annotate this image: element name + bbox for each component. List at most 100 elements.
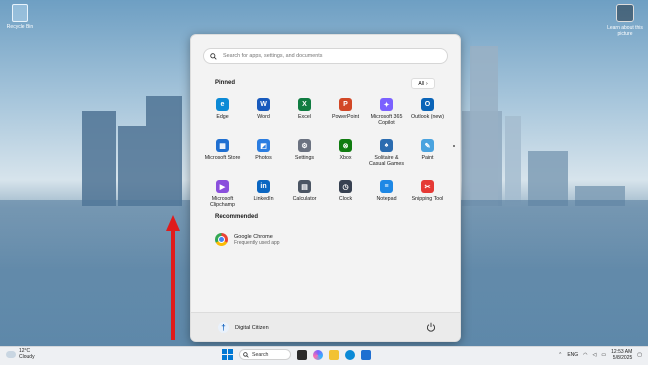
wifi-icon[interactable]: ◠ (583, 352, 587, 358)
pinned-app-label: LinkedIn (253, 196, 274, 202)
recommended-item-subtitle: Frequently used app (234, 239, 280, 246)
pinned-app-label: Microsoft 365 Copilot (370, 114, 403, 127)
start-search-input[interactable] (221, 52, 435, 60)
edge-icon[interactable] (345, 349, 355, 360)
taskbar: 12°C Cloudy Search ⌃ ENG ◠ ◁ ▭ 12:53 AM … (0, 346, 648, 365)
search-icon (243, 351, 249, 358)
pinned-app-label: Solitaire & Casual Games (368, 155, 405, 168)
windows-start-button[interactable] (222, 349, 233, 360)
pinned-app-label: Snipping Tool (411, 196, 444, 202)
skyline-building (528, 151, 568, 206)
learn-about-picture-label: Learn about this picture (607, 25, 643, 37)
pinned-app[interactable]: W Word (243, 98, 284, 132)
xbox-icon: ⊗ (339, 139, 352, 152)
camera-icon (616, 4, 634, 22)
avatar: † (218, 322, 229, 333)
notepad-icon: ≡ (380, 180, 393, 193)
recommended-item-title: Google Chrome (234, 233, 273, 240)
power-icon[interactable] (426, 322, 436, 332)
pinned-app[interactable]: ◩ Photos (243, 139, 284, 173)
recommended-item[interactable]: Google Chrome Frequently used app (215, 233, 280, 246)
system-tray: ⌃ ENG ◠ ◁ ▭ 12:53 AM 5/8/2025 ▢ (558, 349, 642, 361)
taskbar-search-label: Search (252, 351, 269, 358)
language-indicator[interactable]: ENG (567, 352, 578, 358)
pinned-app[interactable]: ▤ Calculator (284, 180, 325, 214)
battery-icon[interactable]: ▭ (601, 352, 606, 358)
page-indicator-dot[interactable] (453, 145, 455, 147)
pinned-app-label: Microsoft Store (204, 155, 241, 161)
pinned-app-label: Paint (421, 155, 434, 161)
pinned-header: Pinned (215, 80, 236, 86)
weather-desc: Cloudy (19, 353, 35, 360)
recommended-header: Recommended (215, 214, 259, 220)
linkedin-icon: in (257, 180, 270, 193)
task-view-icon[interactable] (297, 349, 307, 360)
clipchamp-icon: ▶ (216, 180, 229, 193)
snipping-tool-icon: ✂ (421, 180, 434, 193)
pinned-app[interactable]: ✂ Snipping Tool (407, 180, 448, 214)
start-search-box[interactable] (203, 48, 448, 64)
weather-widget[interactable]: 12°C Cloudy (6, 348, 35, 360)
notification-icon[interactable]: ▢ (637, 352, 642, 358)
pinned-app[interactable]: e Edge (202, 98, 243, 132)
pinned-app-label: Clock (338, 196, 353, 202)
all-apps-button[interactable]: All › (411, 78, 435, 89)
clock[interactable]: 12:53 AM 5/8/2025 (611, 349, 632, 361)
pinned-app[interactable]: ⊗ Xbox (325, 139, 366, 173)
start-menu-footer: † Digital Citizen (191, 312, 460, 341)
pinned-app-label: Outlook (new) (411, 114, 444, 120)
powerpoint-icon: P (339, 98, 352, 111)
pinned-app-label: Excel (298, 114, 311, 120)
pinned-app[interactable]: ✦ Microsoft 365 Copilot (366, 98, 407, 132)
taskbar-search-box[interactable]: Search (239, 349, 291, 360)
skyline-building (118, 126, 146, 206)
pinned-app-label: Photos (255, 155, 272, 161)
clock-date: 5/8/2025 (612, 355, 633, 361)
pinned-app-label: Word (257, 114, 270, 120)
pinned-app[interactable]: ⚙ Settings (284, 139, 325, 173)
pinned-app[interactable]: in LinkedIn (243, 180, 284, 214)
all-apps-label: All (418, 80, 424, 87)
pinned-app-label: Xbox (339, 155, 352, 161)
pinned-app[interactable]: ▦ Microsoft Store (202, 139, 243, 173)
start-menu: Pinned All › e Edge W Word X Excel P PowerPoint… (190, 34, 461, 342)
store-icon[interactable] (361, 349, 371, 360)
pinned-app[interactable]: O Outlook (new) (407, 98, 448, 132)
skyline-building (470, 46, 498, 206)
recycle-bin-shortcut[interactable]: Recycle Bin (3, 4, 37, 30)
skyline-building (505, 116, 521, 206)
user-name: Digital Citizen (235, 324, 269, 331)
red-arrow-annotation (166, 215, 180, 340)
pinned-app-label: Edge (216, 114, 229, 120)
chevron-up-icon[interactable]: ⌃ (558, 352, 562, 358)
user-account-button[interactable]: † Digital Citizen (218, 322, 269, 333)
skyline-building (146, 96, 182, 206)
pinned-app[interactable]: X Excel (284, 98, 325, 132)
search-icon (210, 52, 217, 60)
pinned-app[interactable]: ✎ Paint (407, 139, 448, 173)
copilot-icon[interactable] (313, 349, 323, 360)
volume-icon[interactable]: ◁ (593, 352, 597, 358)
pinned-app-label: PowerPoint (331, 114, 360, 120)
pinned-app-label: Notepad (376, 196, 397, 202)
skyline-building (82, 111, 116, 206)
pinned-app[interactable]: P PowerPoint (325, 98, 366, 132)
file-explorer-icon[interactable] (329, 349, 339, 360)
pinned-apps-grid: e Edge W Word X Excel P PowerPoint ✦ Microsoft 36… (202, 98, 452, 214)
pinned-app[interactable]: ♠ Solitaire & Casual Games (366, 139, 407, 173)
recycle-bin-label: Recycle Bin (6, 24, 34, 30)
learn-about-picture-shortcut[interactable]: Learn about this picture (606, 4, 644, 37)
copilot-icon: ✦ (380, 98, 393, 111)
pinned-app[interactable]: ▶ Microsoft Clipchamp (202, 180, 243, 214)
pinned-app[interactable]: ≡ Notepad (366, 180, 407, 214)
excel-icon: X (298, 98, 311, 111)
settings-icon: ⚙ (298, 139, 311, 152)
cloud-icon (6, 351, 16, 358)
pinned-app-label: Microsoft Clipchamp (209, 196, 236, 209)
store-icon: ▦ (216, 139, 229, 152)
pinned-app-label: Settings (294, 155, 315, 161)
recycle-bin-icon (12, 4, 28, 22)
pinned-app[interactable]: ◷ Clock (325, 180, 366, 214)
chrome-icon (215, 233, 228, 246)
clock-icon: ◷ (339, 180, 352, 193)
